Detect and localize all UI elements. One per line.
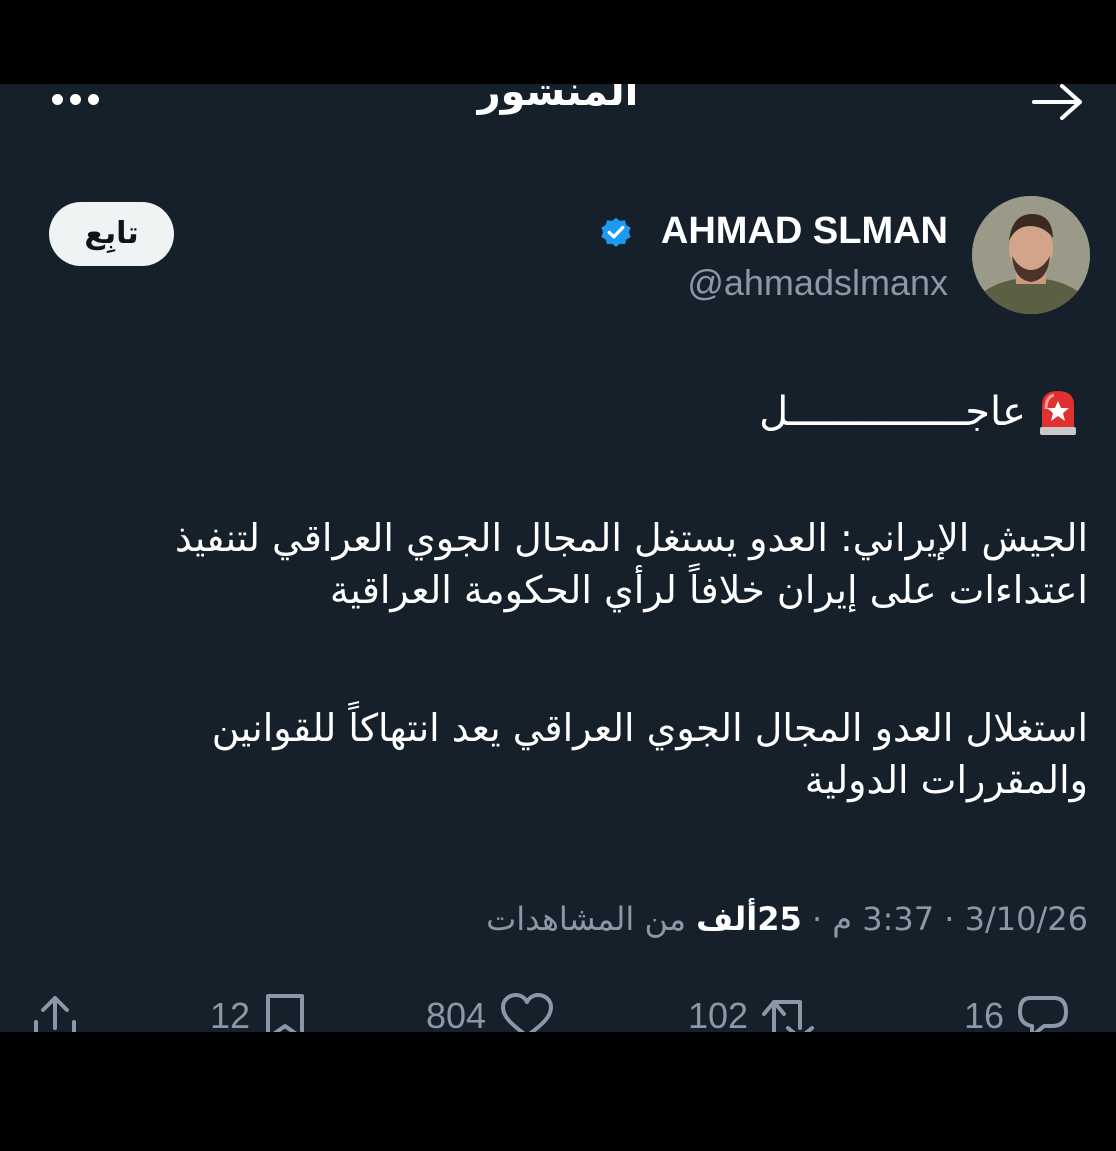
heart-icon: [501, 993, 554, 1032]
reply-button[interactable]: 16: [964, 984, 1070, 1032]
repost-count: 102: [688, 995, 749, 1032]
post-time[interactable]: 3:37 م: [832, 900, 934, 938]
page-title: المنشور: [477, 84, 639, 115]
bookmark-count: 12: [210, 995, 251, 1032]
post-date[interactable]: 3/10/26: [965, 900, 1088, 938]
more-dots-icon: [52, 90, 112, 109]
tweet-screen: المنشور AHMAD SLMAN @ahmadslmanx تابِع ع…: [0, 84, 1116, 1032]
repost-icon: [762, 1000, 815, 1032]
reply-count: 16: [964, 995, 1005, 1032]
urgent-label: عاجـــــــــــــــل: [759, 389, 1026, 435]
arrow-right-icon: [1032, 84, 1082, 120]
meta-separator: ·: [811, 900, 823, 938]
author-handle[interactable]: @ahmadslmanx: [687, 262, 948, 304]
bookmark-button[interactable]: 12: [210, 984, 308, 1032]
follow-button[interactable]: تابِع: [49, 202, 174, 266]
bookmark-icon: [266, 994, 305, 1032]
back-button[interactable]: [1030, 84, 1086, 122]
post-meta: 3/10/26 · 3:37 م · 25ألف من المشاهدات: [486, 900, 1088, 938]
like-button[interactable]: 804: [426, 984, 556, 1032]
verified-badge-icon: [601, 217, 631, 247]
share-icon: [34, 996, 76, 1032]
post-paragraph-2: استغلال العدو المجال الجوي العراقي يعد ا…: [211, 706, 1088, 802]
author-name[interactable]: AHMAD SLMAN: [661, 210, 948, 253]
police-light-icon: [1040, 391, 1076, 435]
views-label: من المشاهدات: [486, 900, 686, 938]
like-count: 804: [426, 995, 487, 1032]
views-count: 25ألف: [696, 900, 802, 938]
share-button[interactable]: [28, 984, 82, 1032]
reply-icon: [1018, 996, 1069, 1032]
more-options-button[interactable]: [52, 90, 112, 110]
meta-separator: ·: [944, 900, 955, 938]
avatar[interactable]: [972, 196, 1090, 314]
action-bar: 16 102 804 12: [0, 984, 1116, 1032]
repost-button[interactable]: 102: [688, 984, 826, 1032]
post-paragraph-1: الجيش الإيراني: العدو يستغل المجال الجوي…: [174, 516, 1088, 612]
urgent-heading: عاجـــــــــــــــل: [759, 382, 1080, 442]
